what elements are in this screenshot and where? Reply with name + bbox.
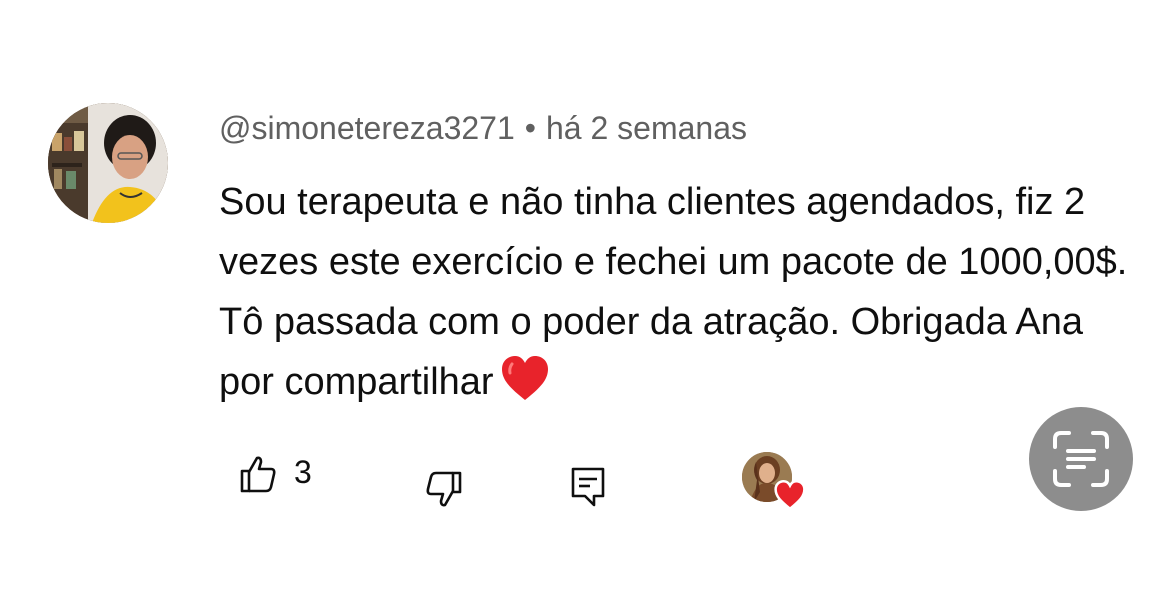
comment-timestamp: há 2 semanas [545, 110, 747, 146]
reply-icon [571, 467, 605, 507]
red-heart-emoji [500, 354, 550, 420]
like-button[interactable] [236, 452, 280, 496]
reply-button[interactable] [566, 464, 610, 510]
author-handle[interactable]: @simonetereza3271 [219, 110, 515, 146]
author-avatar[interactable] [48, 103, 168, 223]
text-scan-button[interactable] [1029, 407, 1133, 511]
comment-text: Sou terapeuta e não tinha clientes agend… [219, 181, 1128, 403]
thumbs-down-icon [426, 471, 462, 507]
text-scan-icon [1053, 431, 1109, 487]
like-count: 3 [294, 454, 312, 490]
comment-body: Sou terapeuta e não tinha clientes agend… [219, 172, 1139, 420]
creator-heart [742, 452, 808, 510]
thumbs-up-icon [240, 456, 276, 493]
creator-heart-icon [774, 480, 806, 510]
comment-meta: @simonetereza3271 • há 2 semanas [219, 108, 747, 148]
dislike-button[interactable] [422, 466, 466, 510]
meta-separator: • [524, 110, 536, 146]
